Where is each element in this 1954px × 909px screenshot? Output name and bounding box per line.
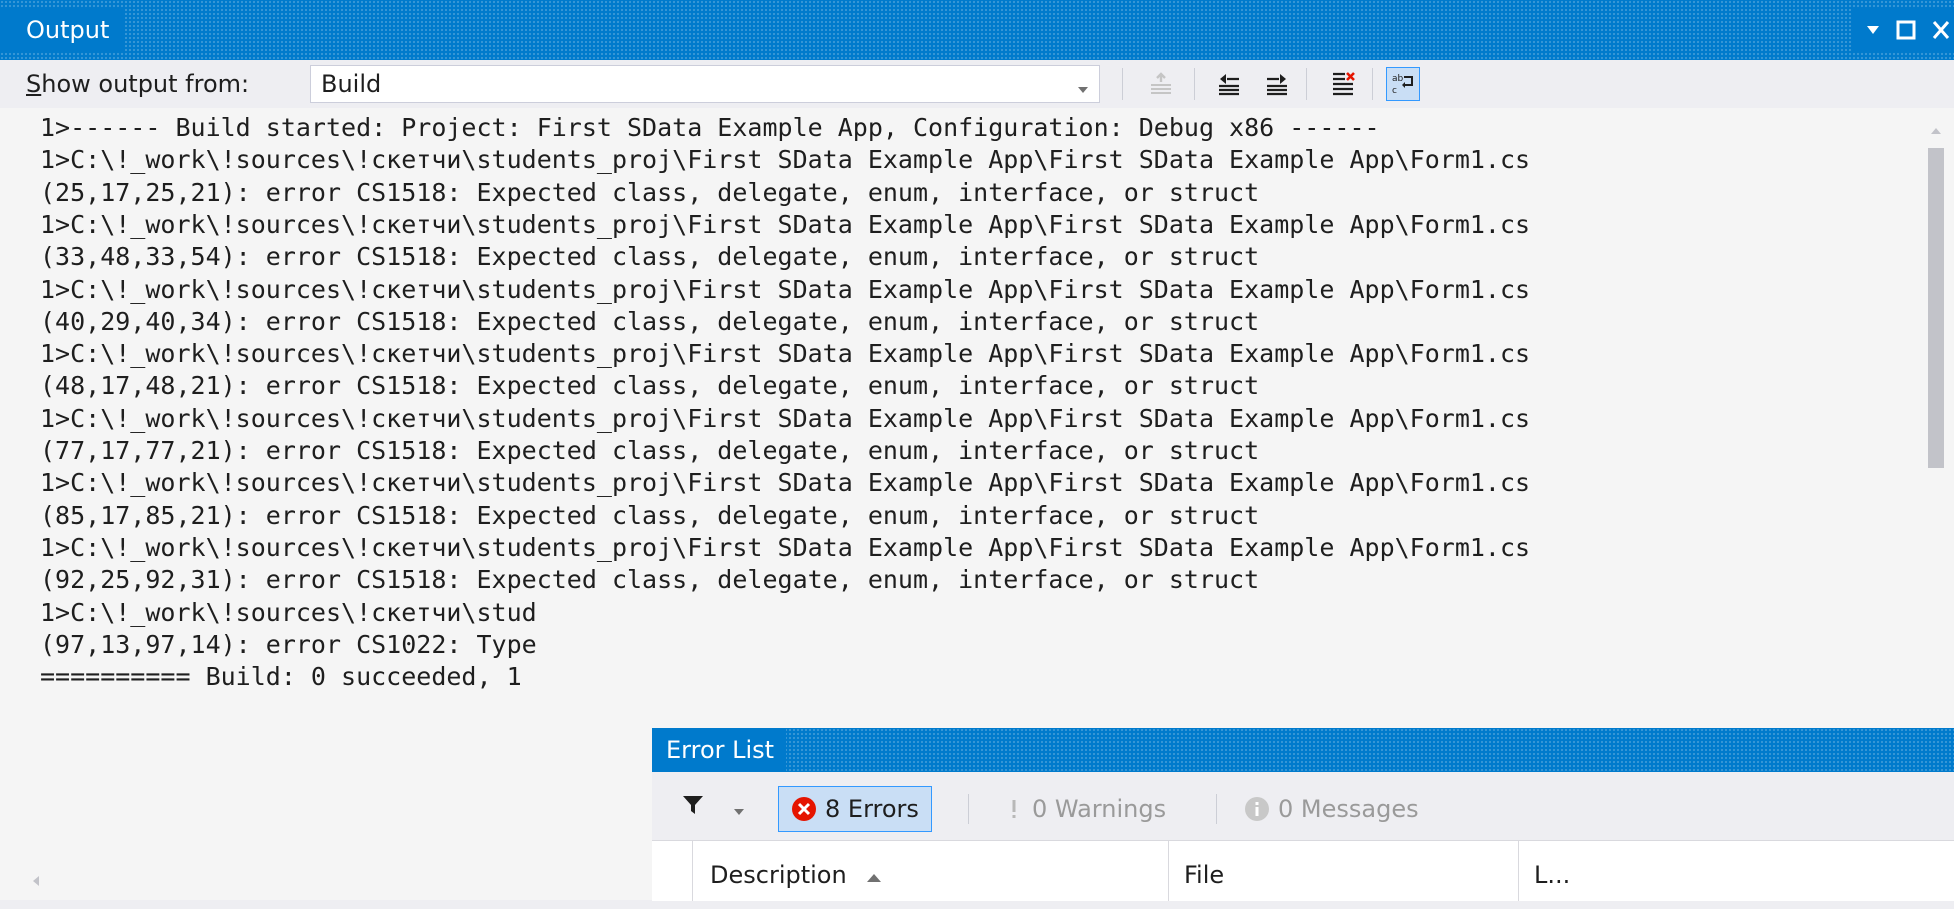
output-line: 1>C:\!_work\!sources\!скетчи\students_pr… — [40, 209, 1531, 239]
toolbar-separator — [1306, 68, 1307, 100]
output-line: (92,25,92,31): error CS1518: Expected cl… — [40, 565, 1260, 595]
column-divider — [1518, 841, 1519, 901]
output-line: ========== Build: 0 succeeded, 1 — [40, 662, 522, 692]
next-message-button[interactable] — [1260, 67, 1294, 101]
column-divider — [692, 841, 693, 901]
filter-dropdown-icon[interactable] — [734, 800, 744, 819]
warnings-count-label: 0 Warnings — [1032, 795, 1167, 823]
output-line: (85,17,85,21): error CS1518: Expected cl… — [40, 500, 1260, 530]
word-wrap-icon: ab c — [1392, 74, 1413, 96]
svg-text:c: c — [1392, 86, 1397, 96]
scroll-left-icon[interactable] — [32, 872, 40, 891]
output-line: 1>C:\!_work\!sources\!скетчи\students_pr… — [40, 274, 1531, 304]
previous-message-icon — [1219, 74, 1239, 96]
toolbar-separator — [1194, 68, 1195, 100]
toolbar-separator — [1122, 68, 1123, 100]
window-position-dropdown-icon[interactable] — [1866, 25, 1880, 35]
warnings-filter-button[interactable]: 0 Warnings — [992, 786, 1178, 832]
output-line: 1>C:\!_work\!sources\!скетчи\students_pr… — [40, 145, 1531, 175]
chevron-down-icon — [1077, 79, 1089, 98]
scroll-up-icon[interactable] — [1930, 120, 1942, 139]
toolbar-separator — [968, 794, 969, 824]
go-to-location-button[interactable] — [1144, 67, 1178, 101]
messages-filter-button[interactable]: 0 Messages — [1232, 786, 1431, 832]
previous-message-button[interactable] — [1212, 67, 1246, 101]
column-header-line[interactable]: L... — [1534, 841, 1570, 901]
output-line: (25,17,25,21): error CS1518: Expected cl… — [40, 177, 1260, 207]
messages-count-label: 0 Messages — [1278, 795, 1419, 823]
word-wrap-toggle[interactable]: ab c — [1386, 67, 1420, 101]
column-header-description-label: Description — [710, 861, 847, 889]
info-icon — [1245, 797, 1269, 821]
output-line: 1>C:\!_work\!sources\!скетчи\stud — [40, 597, 537, 627]
output-source-select[interactable]: Build — [310, 65, 1100, 103]
output-line: 1>C:\!_work\!sources\!скетчи\students_pr… — [40, 532, 1531, 562]
sort-ascending-icon — [867, 874, 882, 882]
toolbar-separator — [1216, 794, 1217, 824]
output-toolbar: Show output from: Build ab c — [0, 60, 1954, 108]
output-line: 1>------ Build started: Project: First S… — [40, 113, 1380, 142]
error-list-header: Description File L... — [652, 840, 1954, 901]
error-list-toolbar: 8 Errors 0 Warnings 0 Messages — [652, 772, 1954, 836]
column-header-description[interactable]: Description — [710, 841, 882, 901]
column-header-file[interactable]: File — [1184, 841, 1224, 901]
maximize-icon[interactable] — [1896, 20, 1916, 40]
scrollbar-thumb[interactable] — [1928, 148, 1944, 468]
output-source-value: Build — [321, 70, 382, 98]
output-line: (48,17,48,21): error CS1518: Expected cl… — [40, 371, 1260, 401]
toolbar-separator — [1372, 68, 1373, 100]
output-line: (77,17,77,21): error CS1518: Expected cl… — [40, 436, 1260, 465]
go-to-location-icon — [1151, 72, 1171, 94]
warning-icon — [1012, 800, 1016, 818]
svg-text:ab: ab — [1392, 74, 1404, 84]
errors-filter-button[interactable]: 8 Errors — [778, 786, 932, 832]
output-line: (40,29,40,34): error CS1518: Expected cl… — [40, 306, 1260, 336]
output-title: Output — [0, 8, 126, 52]
close-icon[interactable] — [1932, 20, 1950, 40]
next-message-icon — [1267, 74, 1287, 96]
error-icon — [792, 797, 816, 821]
output-line: (33,48,33,54): error CS1518: Expected cl… — [40, 242, 1260, 272]
column-divider — [1168, 841, 1169, 901]
output-line: 1>C:\!_work\!sources\!скетчи\students_pr… — [40, 403, 1531, 433]
error-list-window: Error List 8 Errors 0 Warnings 0 Message… — [652, 728, 1954, 901]
output-titlebar[interactable]: Output — [0, 0, 1954, 60]
errors-count-label: 8 Errors — [825, 795, 919, 823]
clear-all-button[interactable] — [1326, 67, 1360, 101]
show-output-from-label: Show output from: — [26, 70, 250, 98]
output-line: 1>C:\!_work\!sources\!скетчи\students_pr… — [40, 339, 1531, 369]
clear-all-icon — [1333, 72, 1355, 96]
output-line: (97,13,97,14): error CS1022: Type — [40, 629, 537, 659]
filter-icon[interactable] — [682, 794, 704, 820]
error-list-title: Error List — [652, 728, 787, 772]
window-controls — [1852, 8, 1954, 52]
error-list-titlebar[interactable]: Error List — [652, 728, 1954, 772]
output-line: 1>C:\!_work\!sources\!скетчи\students_pr… — [40, 468, 1531, 498]
